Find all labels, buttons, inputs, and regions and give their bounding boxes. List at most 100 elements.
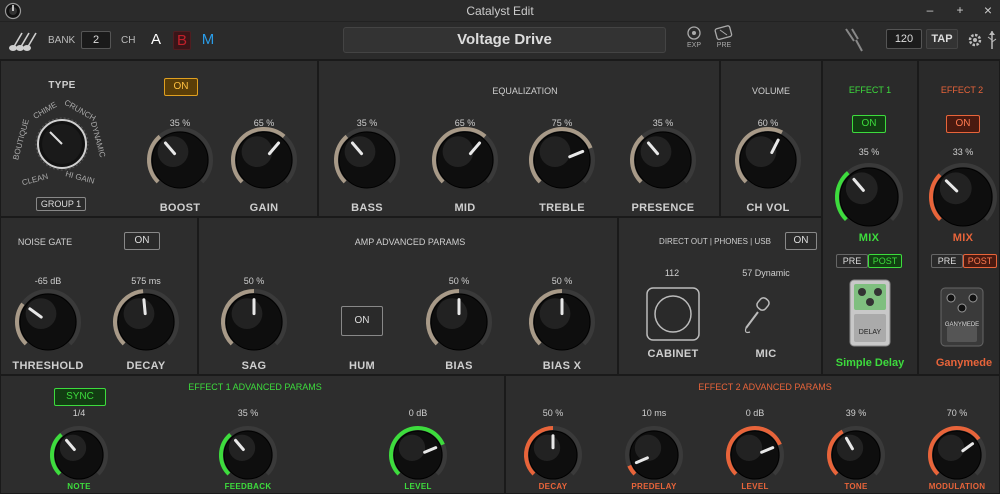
chvol-knob[interactable] <box>732 124 804 196</box>
sag-knob[interactable] <box>218 286 290 358</box>
cabinet-value: 112 <box>664 268 680 278</box>
mix1-knob[interactable] <box>832 160 906 234</box>
effect1-title: EFFECT 1 <box>848 85 892 95</box>
bias-knob[interactable] <box>423 286 495 358</box>
mid-label: MID <box>454 202 476 214</box>
predelay-knob[interactable] <box>622 423 686 487</box>
threshold-label: THRESHOLD <box>12 360 84 372</box>
effect2-post-button[interactable]: POST <box>963 254 997 268</box>
feedback-value: 35 % <box>237 408 259 418</box>
bias-value: 50 % <box>448 276 470 286</box>
effect1-on-button[interactable]: ON <box>852 115 886 133</box>
fx2-adv-title: EFFECT 2 ADVANCED PARAMS <box>698 382 832 392</box>
noise-gate-on-button[interactable]: ON <box>124 232 160 250</box>
type-title: TYPE <box>48 80 76 91</box>
effect2-pre-button[interactable]: PRE <box>931 254 963 268</box>
level1-knob[interactable] <box>386 423 450 487</box>
note-value: 1/4 <box>72 408 86 418</box>
tuner-fork-icon[interactable] <box>840 27 864 53</box>
mid-knob-highlight <box>442 136 474 167</box>
mix1-value: 35 % <box>858 147 880 157</box>
direct-out-on-button[interactable]: ON <box>785 232 817 250</box>
threshold-knob-highlight <box>25 298 57 329</box>
mix2-value: 33 % <box>952 147 974 157</box>
level2-knob-highlight <box>735 434 763 461</box>
direct-out-title: DIRECT OUT | PHONES | USB <box>659 237 771 246</box>
sag-knob-highlight <box>231 298 263 329</box>
close-button[interactable]: × <box>978 2 998 18</box>
presence-knob[interactable] <box>627 124 699 196</box>
effect2-title: EFFECT 2 <box>940 85 984 95</box>
level1-label: LEVEL <box>404 482 432 491</box>
mix2-label: MIX <box>952 232 974 244</box>
bank-field[interactable]: 2 <box>81 31 111 49</box>
mic-value: 57 Dynamic <box>742 268 790 278</box>
title-bar: Catalyst Edit – + × <box>0 0 1000 22</box>
app-logo-icon <box>4 2 22 20</box>
noise-gate-title: NOISE GATE <box>17 237 73 247</box>
effect1-pre-button[interactable]: PRE <box>836 254 868 268</box>
boost-knob[interactable] <box>144 124 216 196</box>
microphone-icon[interactable] <box>742 296 782 336</box>
volume-title: VOLUME <box>751 86 790 96</box>
channel-a-button[interactable]: A <box>149 31 163 48</box>
chvol-value: 60 % <box>757 118 779 128</box>
effect2-on-button[interactable]: ON <box>946 115 980 133</box>
boost-on-button[interactable]: ON <box>164 78 198 96</box>
cabinet-icon[interactable] <box>645 286 701 342</box>
group-button[interactable]: GROUP 1 <box>36 197 86 211</box>
mic-label: MIC <box>755 348 777 360</box>
tap-button[interactable]: TAP <box>926 29 958 49</box>
effect1-post-button[interactable]: POST <box>868 254 902 268</box>
ganymede-pedal-text: GANYMEDE <box>944 322 980 328</box>
decay-label: DECAY <box>126 360 166 372</box>
tone-knob[interactable] <box>824 423 888 487</box>
hum-on-button[interactable]: ON <box>341 306 383 336</box>
preamp-icon[interactable] <box>714 25 734 41</box>
decay2-knob[interactable] <box>521 423 585 487</box>
threshold-value: -65 dB <box>34 276 62 286</box>
bias-label: BIAS <box>445 360 473 372</box>
channel-b-button[interactable]: B <box>173 31 191 50</box>
fx1-adv-title: EFFECT 1 ADVANCED PARAMS <box>188 382 322 392</box>
level2-value: 0 dB <box>745 408 765 418</box>
ganymede-pedal-icon[interactable] <box>939 286 985 348</box>
mix2-knob[interactable] <box>926 160 1000 234</box>
bass-value: 35 % <box>356 118 378 128</box>
biasx-knob-highlight <box>539 298 571 329</box>
boost-value: 35 % <box>169 118 191 128</box>
expression-pedal-icon[interactable] <box>686 26 702 40</box>
level1-value: 0 dB <box>408 408 428 418</box>
note-knob[interactable] <box>47 423 111 487</box>
decay2-knob-highlight <box>533 434 561 461</box>
sync-button[interactable]: SYNC <box>54 388 106 406</box>
channel-m-button[interactable]: M <box>199 31 217 48</box>
usb-icon <box>987 31 997 49</box>
modulation-label: MODULATION <box>928 482 986 491</box>
feedback-label: FEEDBACK <box>224 482 272 491</box>
gain-value: 65 % <box>253 118 275 128</box>
minimize-button[interactable]: – <box>920 3 940 17</box>
gear-icon[interactable] <box>967 32 983 48</box>
bank-label: BANK <box>48 35 76 46</box>
modulation-value: 70 % <box>946 408 968 418</box>
level2-knob[interactable] <box>723 423 787 487</box>
tone-label: TONE <box>844 482 868 491</box>
pre-label: PRE <box>716 42 732 49</box>
modulation-knob[interactable] <box>925 423 989 487</box>
feedback-knob[interactable] <box>216 423 280 487</box>
threshold-knob[interactable] <box>12 286 84 358</box>
preset-name[interactable]: Voltage Drive <box>343 27 666 53</box>
delay-pedal-icon[interactable] <box>848 278 892 350</box>
treble-knob[interactable] <box>526 124 598 196</box>
decay2-value: 50 % <box>542 408 564 418</box>
decay-value: 575 ms <box>131 276 161 286</box>
gain-knob[interactable] <box>228 124 300 196</box>
maximize-button[interactable]: + <box>950 3 970 17</box>
mid-knob[interactable] <box>429 124 501 196</box>
biasx-knob[interactable] <box>526 286 598 358</box>
tempo-field[interactable]: 120 <box>886 29 922 49</box>
presence-label: PRESENCE <box>631 202 695 214</box>
decay-knob[interactable] <box>110 286 182 358</box>
bass-knob[interactable] <box>331 124 403 196</box>
